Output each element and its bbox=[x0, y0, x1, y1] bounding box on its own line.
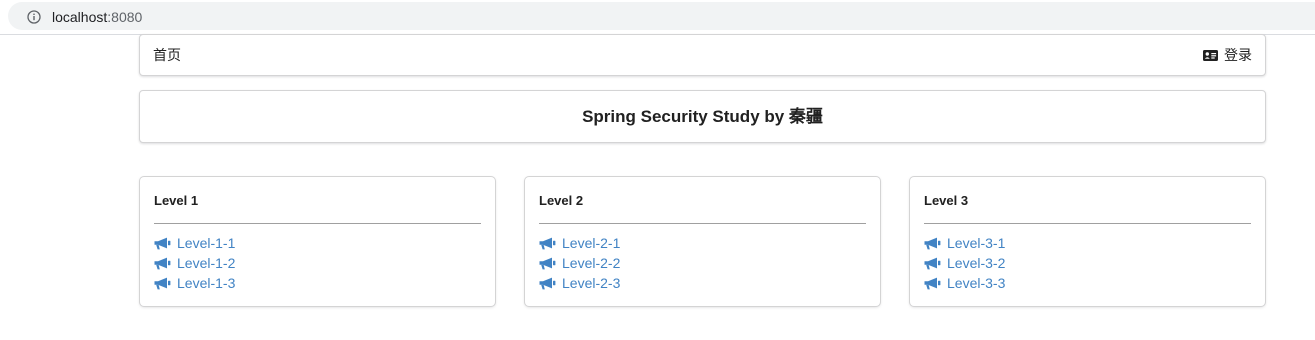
card-divider bbox=[154, 223, 481, 224]
link-label: Level-3-2 bbox=[947, 255, 1006, 271]
bullhorn-icon bbox=[539, 237, 556, 249]
link-label: Level-3-3 bbox=[947, 275, 1006, 291]
url-host: localhost bbox=[52, 9, 108, 25]
level-2-card: Level 2 Level-2-1 Level-2-2 Level-2-3 bbox=[525, 177, 880, 306]
link-label: Level-1-2 bbox=[177, 255, 236, 271]
card-header: Level 3 bbox=[924, 193, 969, 208]
card-header: Level 1 bbox=[154, 193, 199, 208]
bullhorn-icon bbox=[924, 277, 941, 289]
level-3-card: Level 3 Level-3-1 Level-3-2 Level-3-3 bbox=[910, 177, 1265, 306]
card-divider bbox=[539, 223, 866, 224]
title-segment: Spring Security Study by 秦疆 bbox=[139, 90, 1266, 143]
bullhorn-icon bbox=[924, 237, 941, 249]
link-label: Level-2-2 bbox=[562, 255, 621, 271]
level-3-1-link[interactable]: Level-3-1 bbox=[924, 233, 1005, 253]
browser-address-bar: localhost:8080 bbox=[0, 0, 1315, 35]
level-1-2-link[interactable]: Level-1-2 bbox=[154, 253, 235, 273]
card-link-list: Level-3-1 Level-3-2 Level-3-3 bbox=[924, 233, 1005, 293]
url-field[interactable]: localhost:8080 bbox=[8, 2, 1315, 30]
bullhorn-icon bbox=[154, 257, 171, 269]
card-header: Level 2 bbox=[539, 193, 584, 208]
login-label: 登录 bbox=[1224, 47, 1252, 63]
bullhorn-icon bbox=[924, 257, 941, 269]
bullhorn-icon bbox=[154, 277, 171, 289]
link-label: Level-3-1 bbox=[947, 235, 1006, 251]
level-3-2-link[interactable]: Level-3-2 bbox=[924, 253, 1005, 273]
id-card-icon bbox=[1203, 49, 1218, 61]
bullhorn-icon bbox=[539, 277, 556, 289]
page-title: Spring Security Study by 秦疆 bbox=[582, 107, 823, 126]
info-icon[interactable] bbox=[27, 10, 41, 24]
card-link-list: Level-2-1 Level-2-2 Level-2-3 bbox=[539, 233, 620, 293]
bullhorn-icon bbox=[154, 237, 171, 249]
login-link[interactable]: 登录 bbox=[1203, 46, 1252, 64]
bullhorn-icon bbox=[539, 257, 556, 269]
level-2-2-link[interactable]: Level-2-2 bbox=[539, 253, 620, 273]
top-menu: 首页 登录 bbox=[139, 34, 1266, 76]
level-3-3-link[interactable]: Level-3-3 bbox=[924, 273, 1005, 293]
link-label: Level-2-3 bbox=[562, 275, 621, 291]
home-link[interactable]: 首页 bbox=[153, 46, 181, 64]
level-2-3-link[interactable]: Level-2-3 bbox=[539, 273, 620, 293]
card-divider bbox=[924, 223, 1251, 224]
link-label: Level-1-1 bbox=[177, 235, 236, 251]
level-1-3-link[interactable]: Level-1-3 bbox=[154, 273, 235, 293]
link-label: Level-1-3 bbox=[177, 275, 236, 291]
link-label: Level-2-1 bbox=[562, 235, 621, 251]
url-text[interactable]: localhost:8080 bbox=[52, 9, 142, 25]
card-link-list: Level-1-1 Level-1-2 Level-1-3 bbox=[154, 233, 235, 293]
url-port: :8080 bbox=[107, 9, 143, 25]
level-2-1-link[interactable]: Level-2-1 bbox=[539, 233, 620, 253]
level-1-card: Level 1 Level-1-1 Level-1-2 Level-1-3 bbox=[140, 177, 495, 306]
level-1-1-link[interactable]: Level-1-1 bbox=[154, 233, 235, 253]
